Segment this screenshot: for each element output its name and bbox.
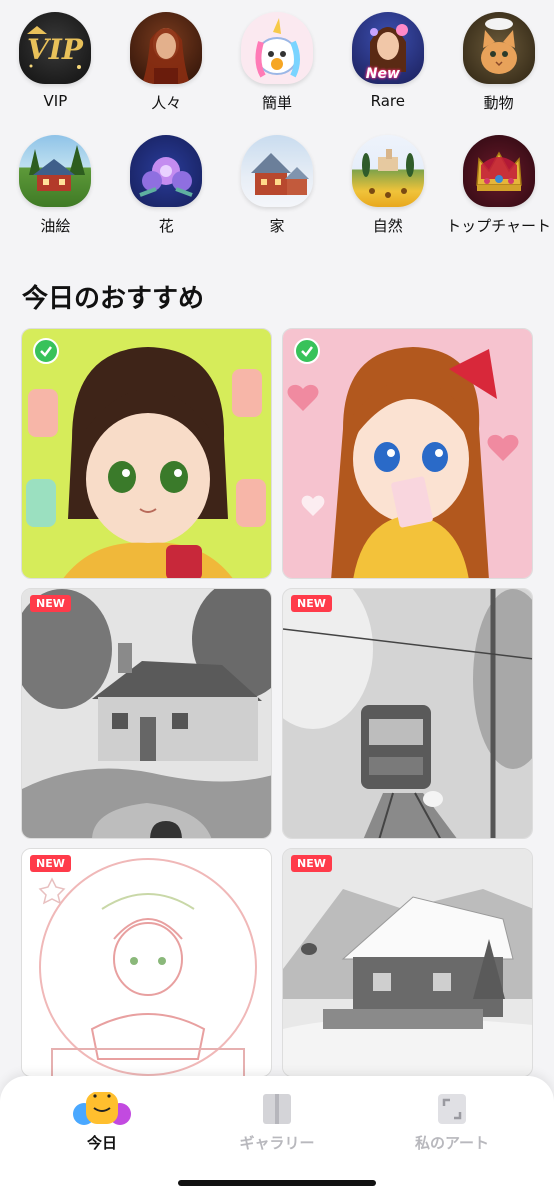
artwork-image xyxy=(22,589,271,838)
completed-check-icon xyxy=(33,338,59,364)
people-icon xyxy=(130,12,203,84)
artwork-image xyxy=(283,589,532,838)
category-label: 動物 xyxy=(483,94,514,112)
easy-unicorn-icon xyxy=(240,12,313,84)
category-grid: VIP VIP 人々 簡単 New Rare 動物 油絵 花 家 自然 トップチ… xyxy=(0,12,554,236)
new-badge: NEW xyxy=(30,855,71,872)
new-badge: NEW xyxy=(291,855,332,872)
category-label: トップチャート xyxy=(446,217,552,235)
oil-painting-icon xyxy=(19,135,92,207)
category-label: 人々 xyxy=(151,94,182,112)
category-label: 家 xyxy=(269,217,285,235)
category-top-chart[interactable]: トップチャート xyxy=(443,135,554,236)
artwork-card[interactable]: NEW xyxy=(282,588,533,839)
category-label: VIP xyxy=(43,92,68,110)
house-icon xyxy=(240,135,313,207)
category-label: 自然 xyxy=(372,217,403,235)
category-vip[interactable]: VIP VIP xyxy=(0,12,111,113)
artwork-card[interactable]: NEW xyxy=(21,588,272,839)
gallery-book-icon xyxy=(263,1094,291,1124)
artwork-image xyxy=(22,849,271,1076)
vip-icon: VIP xyxy=(19,12,92,84)
tab-today[interactable]: 今日 xyxy=(12,1086,192,1153)
category-easy[interactable]: 簡単 xyxy=(222,12,333,113)
category-label: 花 xyxy=(158,217,174,235)
new-badge: NEW xyxy=(291,595,332,612)
section-title: 今日のおすすめ xyxy=(22,284,205,314)
category-label: 簡単 xyxy=(261,94,292,112)
artwork-image xyxy=(283,849,532,1076)
artwork-card[interactable] xyxy=(21,328,272,579)
home-indicator[interactable] xyxy=(178,1180,376,1186)
flower-icon xyxy=(130,135,203,207)
category-house[interactable]: 家 xyxy=(222,135,333,236)
animal-kitten-icon xyxy=(462,12,535,84)
recommended-feed: NEW NEW NEW NEW xyxy=(21,328,533,1077)
category-nature[interactable]: 自然 xyxy=(332,135,443,236)
artwork-image xyxy=(22,329,271,578)
rare-icon: New xyxy=(351,12,424,84)
svg-text:VIP: VIP xyxy=(27,33,84,66)
artwork-image xyxy=(283,329,532,578)
tab-my-art[interactable]: 私のアート xyxy=(362,1086,542,1153)
my-art-frame-icon xyxy=(438,1094,466,1124)
nature-icon xyxy=(351,135,424,207)
completed-check-icon xyxy=(294,338,320,364)
top-chart-crown-icon xyxy=(462,135,535,207)
artwork-card[interactable]: NEW xyxy=(282,848,533,1077)
category-people[interactable]: 人々 xyxy=(111,12,222,113)
today-frog-icon xyxy=(73,1092,131,1125)
category-oil-painting[interactable]: 油絵 xyxy=(0,135,111,236)
tab-label: ギャラリー xyxy=(239,1134,315,1152)
category-rare[interactable]: New Rare xyxy=(332,12,443,113)
category-flowers[interactable]: 花 xyxy=(111,135,222,236)
category-label: Rare xyxy=(370,92,405,110)
tab-label: 私のアート xyxy=(414,1134,490,1152)
category-animals[interactable]: 動物 xyxy=(443,12,554,113)
new-badge: NEW xyxy=(30,595,71,612)
artwork-card[interactable] xyxy=(282,328,533,579)
category-label: 油絵 xyxy=(40,217,71,235)
tab-label: 今日 xyxy=(86,1134,117,1152)
tab-gallery[interactable]: ギャラリー xyxy=(187,1086,367,1153)
new-tag: New xyxy=(365,66,400,82)
artwork-card[interactable]: NEW xyxy=(21,848,272,1077)
